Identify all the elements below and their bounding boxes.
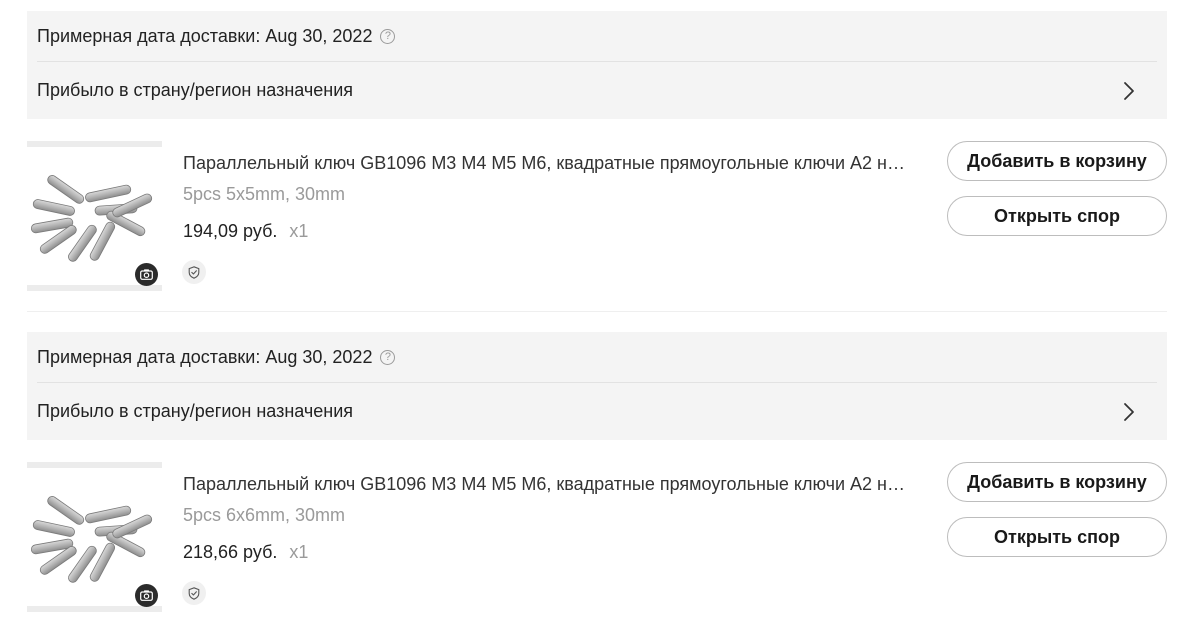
camera-icon[interactable]: [135, 584, 158, 607]
order-card: Примерная дата доставки: Aug 30, 2022 ? …: [27, 11, 1167, 292]
order-header: Примерная дата доставки: Aug 30, 2022 ? …: [27, 11, 1167, 119]
delivery-date-value: Aug 30, 2022: [265, 25, 373, 46]
order-card: Примерная дата доставки: Aug 30, 2022 ? …: [27, 332, 1167, 613]
product-variant: 5pcs 6x6mm, 30mm: [183, 505, 346, 525]
order-divider: [27, 311, 1167, 312]
product-quantity: x1: [289, 221, 309, 241]
tracking-status-text: Прибыло в страну/регион назначения: [37, 80, 354, 100]
product-variant: 5pcs 5x5mm, 30mm: [183, 184, 346, 204]
product-image[interactable]: [27, 462, 162, 612]
price-row: 194,09 руб. x1: [183, 221, 308, 242]
shield-check-icon[interactable]: [182, 260, 206, 284]
order-header: Примерная дата доставки: Aug 30, 2022 ? …: [27, 332, 1167, 440]
price-row: 218,66 руб. x1: [183, 542, 308, 563]
tracking-status-text: Прибыло в страну/регион назначения: [37, 401, 354, 421]
delivery-date-label: Примерная дата доставки:: [37, 346, 261, 367]
chevron-right-icon: [1124, 402, 1134, 421]
shield-check-icon[interactable]: [182, 581, 206, 605]
tracking-status-row[interactable]: Прибыло в страну/регион назначения: [37, 62, 1157, 119]
delivery-date-label: Примерная дата доставки:: [37, 25, 261, 46]
open-dispute-button[interactable]: Открыть спор: [947, 517, 1167, 557]
add-to-cart-button[interactable]: Добавить в корзину: [947, 141, 1167, 181]
product-price: 194,09 руб.: [183, 221, 278, 241]
delivery-date-value: Aug 30, 2022: [265, 346, 373, 367]
tracking-status-row[interactable]: Прибыло в страну/регион назначения: [37, 383, 1157, 440]
product-price: 218,66 руб.: [183, 542, 278, 562]
product-quantity: x1: [289, 542, 309, 562]
chevron-right-icon: [1124, 81, 1134, 100]
product-image[interactable]: [27, 141, 162, 291]
add-to-cart-button[interactable]: Добавить в корзину: [947, 462, 1167, 502]
delivery-date-row: Примерная дата доставки: Aug 30, 2022 ?: [37, 332, 1157, 382]
order-item: Параллельный ключ GB1096 M3 M4 M5 M6, кв…: [27, 440, 1167, 613]
camera-icon[interactable]: [135, 263, 158, 286]
delivery-date-row: Примерная дата доставки: Aug 30, 2022 ?: [37, 11, 1157, 61]
question-circle-icon[interactable]: ?: [380, 349, 396, 365]
question-circle-icon[interactable]: ?: [380, 28, 396, 44]
product-title[interactable]: Параллельный ключ GB1096 M3 M4 M5 M6, кв…: [183, 474, 913, 495]
open-dispute-button[interactable]: Открыть спор: [947, 196, 1167, 236]
order-item: Параллельный ключ GB1096 M3 M4 M5 M6, кв…: [27, 119, 1167, 292]
product-title[interactable]: Параллельный ключ GB1096 M3 M4 M5 M6, кв…: [183, 153, 913, 174]
